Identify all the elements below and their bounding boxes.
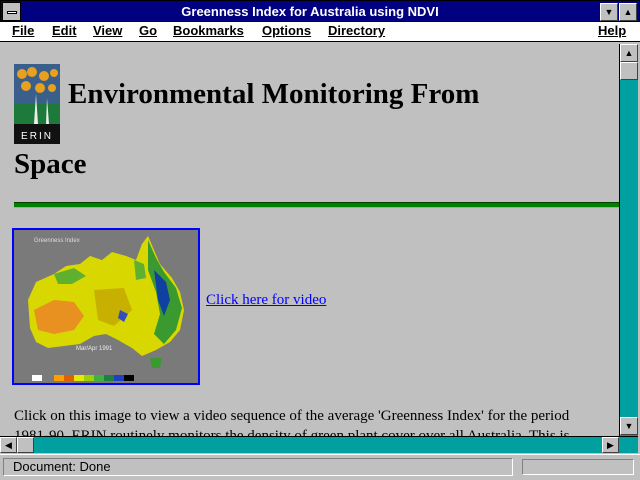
australia-greenness-map[interactable]: Greenness Index Mar/Apr 1991 [12, 228, 200, 385]
page-title-continued: Space [14, 148, 87, 180]
maximize-icon[interactable]: ▲ [619, 3, 637, 21]
scroll-down-icon[interactable]: ▼ [620, 417, 638, 435]
description-paragraph: Click on this image to view a video sequ… [14, 406, 594, 436]
horizontal-scroll-thumb[interactable] [17, 437, 34, 453]
map-caption-label: Mar/Apr 1991 [76, 346, 113, 352]
logo-text: ERIN [21, 131, 53, 142]
australia-map-image: Greenness Index Mar/Apr 1991 [14, 230, 198, 383]
menu-go[interactable]: Go [139, 23, 157, 38]
window-title: Greenness Index for Australia using NDVI [181, 4, 439, 19]
scroll-right-icon[interactable]: ▶ [602, 437, 619, 453]
title-bar: Greenness Index for Australia using NDVI… [0, 0, 640, 22]
page-title: Environmental Monitoring From [68, 78, 480, 110]
page-content: ERIN Environmental Monitoring From Space… [0, 44, 619, 436]
scroll-up-icon[interactable]: ▲ [620, 44, 638, 62]
menu-file[interactable]: File [12, 23, 34, 38]
horizontal-scrollbar[interactable]: ◀ ▶ [0, 436, 638, 453]
menu-bookmarks[interactable]: Bookmarks [173, 23, 244, 38]
progress-indicator [522, 459, 634, 475]
menu-help[interactable]: Help [598, 23, 626, 38]
scroll-left-icon[interactable]: ◀ [0, 437, 17, 453]
menu-bar: File Edit View Go Bookmarks Options Dire… [0, 22, 640, 42]
map-title-label: Greenness Index [34, 238, 80, 244]
minimize-icon[interactable]: ▼ [600, 3, 618, 21]
paragraph-line: Click on this image to view a video sequ… [14, 408, 570, 424]
status-text: Document: Done [3, 458, 513, 476]
vertical-scrollbar[interactable]: ▲ ▼ [619, 44, 638, 436]
menu-edit[interactable]: Edit [52, 23, 77, 38]
paragraph-line: 1981-90. ERIN routinely monitors the den… [14, 428, 570, 436]
video-link[interactable]: Click here for video [206, 292, 326, 309]
horizontal-rule [14, 202, 619, 208]
erin-logo: ERIN [14, 64, 60, 144]
menu-view[interactable]: View [93, 23, 122, 38]
erin-logo-graphic: ERIN [14, 64, 60, 144]
system-menu-icon[interactable] [2, 2, 21, 21]
status-bar: Document: Done [0, 454, 640, 480]
menu-options[interactable]: Options [262, 23, 311, 38]
vertical-scroll-thumb[interactable] [620, 62, 638, 80]
menu-directory[interactable]: Directory [328, 23, 385, 38]
